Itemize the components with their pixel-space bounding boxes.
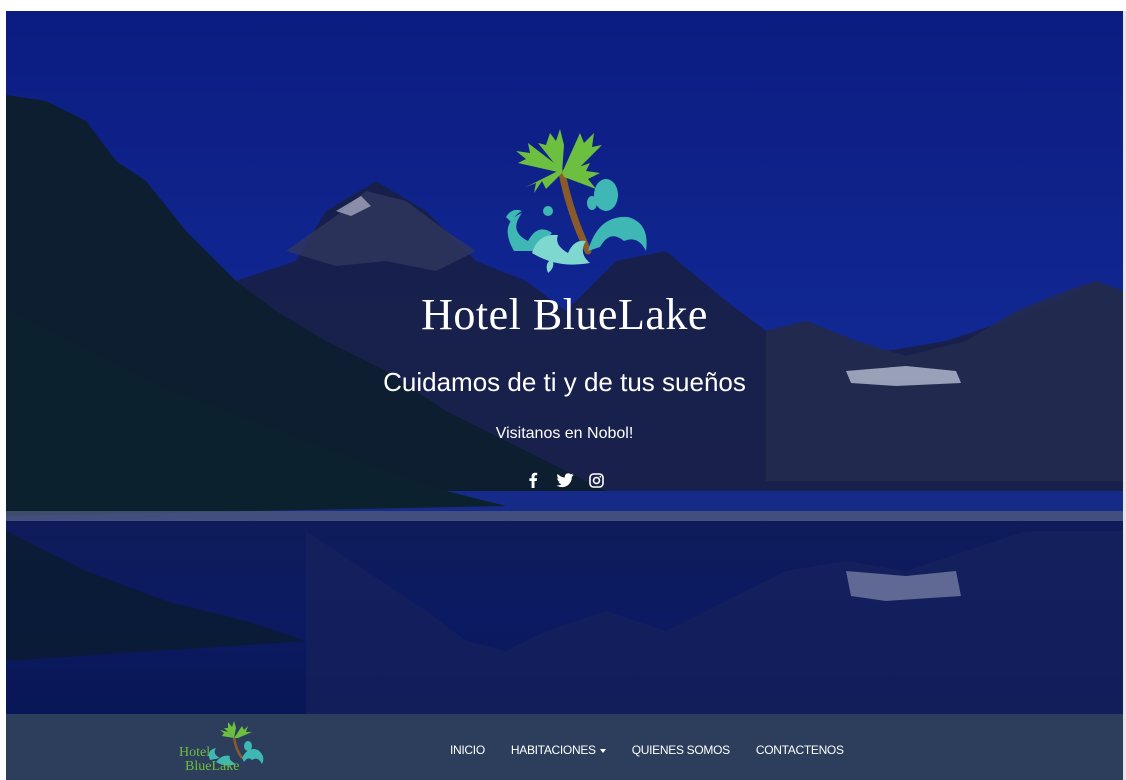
nav-item-habitaciones[interactable]: HABITACIONES bbox=[511, 743, 606, 757]
navbar-logo-line2: BlueLake bbox=[185, 759, 240, 774]
facebook-icon[interactable] bbox=[524, 471, 542, 489]
nav-item-contactenos[interactable]: CONTACTENOS bbox=[756, 743, 844, 757]
nav-item-inicio[interactable]: INICIO bbox=[450, 743, 485, 757]
main-navbar: Hotel BlueLake INICIO HABITACIONES QUIEN… bbox=[6, 714, 1123, 780]
navbar-logo[interactable]: Hotel BlueLake bbox=[166, 718, 266, 778]
hero-banner: Hotel BlueLake Cuidamos de ti y de tus s… bbox=[6, 11, 1123, 714]
nav-item-habitaciones-label: HABITACIONES bbox=[510, 743, 596, 757]
hotel-title: Hotel BlueLake bbox=[421, 290, 708, 339]
instagram-icon[interactable] bbox=[588, 471, 606, 489]
visit-text: Visitanos en Nobol! bbox=[495, 425, 634, 442]
hotel-logo bbox=[506, 129, 647, 273]
caret-down-icon bbox=[599, 748, 606, 753]
twitter-icon[interactable] bbox=[556, 471, 574, 489]
hotel-tagline: Cuidamos de ti y de tus sueños bbox=[383, 367, 746, 397]
nav-item-quienes-somos[interactable]: QUIENES SOMOS bbox=[632, 743, 730, 757]
social-links bbox=[6, 471, 1123, 489]
navbar-menu: INICIO HABITACIONES QUIENES SOMOS CONTAC… bbox=[450, 743, 844, 757]
navbar-logo-line1: Hotel bbox=[179, 745, 211, 760]
